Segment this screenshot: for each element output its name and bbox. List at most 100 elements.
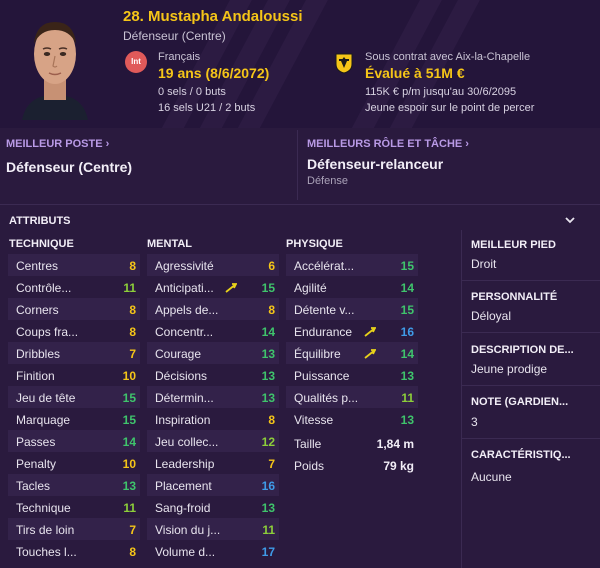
club-crest-icon[interactable]: [334, 52, 354, 74]
attribute-value: 10: [122, 369, 136, 383]
technique-column: Centres 8 Contrôle... 11 Corners 8 Coups fra..…: [8, 254, 140, 562]
attribute-name: Contrôle...: [16, 281, 72, 295]
attribute-value: 7: [129, 523, 136, 537]
description-value: Jeune prodige: [471, 362, 548, 376]
attribute-row[interactable]: Tirs de loin 7: [8, 518, 140, 540]
attribute-value: 16: [400, 325, 414, 339]
attribute-row[interactable]: Leadership 7: [147, 452, 279, 474]
player-potential: Jeune espoir sur le point de percer: [365, 102, 535, 114]
mental-column: Agressivité 6 Anticipati... 15 Appels de... 8…: [147, 254, 279, 562]
attribute-name: Jeu collec...: [155, 435, 219, 449]
player-avatar: [14, 8, 96, 120]
rising-arrow-icon: [364, 349, 376, 359]
attribute-row[interactable]: Puissance 13: [286, 364, 418, 386]
best-role-label[interactable]: MEILLEURS RÔLE ET TÂCHE ›: [307, 138, 469, 150]
attribute-row[interactable]: Corners 8: [8, 298, 140, 320]
attribute-value: 15: [122, 413, 136, 427]
attribute-name: Concentr...: [155, 325, 214, 339]
attribute-row[interactable]: Agilité 14: [286, 276, 418, 298]
attribute-row[interactable]: Tacles 13: [8, 474, 140, 496]
attribute-value: 14: [400, 281, 414, 295]
attribute-row[interactable]: Inspiration 8: [147, 408, 279, 430]
best-position-panel[interactable]: MEILLEUR POSTE › Défenseur (Centre): [0, 130, 295, 200]
attribute-value: 11: [123, 281, 136, 295]
attribute-row[interactable]: Jeu de tête 15: [8, 386, 140, 408]
attribute-name: Dribbles: [16, 347, 61, 361]
attribute-row[interactable]: Concentr... 14: [147, 320, 279, 342]
attribute-name: Leadership: [155, 457, 215, 471]
technique-title: TECHNIQUE: [9, 238, 74, 250]
attribute-row[interactable]: Endurance 16: [286, 320, 418, 342]
attribute-row[interactable]: Touches l... 8: [8, 540, 140, 562]
attribute-value: 11: [123, 501, 136, 515]
player-contract[interactable]: Sous contrat avec Aix-la-Chapelle: [365, 51, 530, 63]
attribute-value: 8: [129, 303, 136, 317]
best-role-panel[interactable]: MEILLEURS RÔLE ET TÂCHE › Défenseur-rela…: [297, 130, 600, 200]
attribute-value: 16: [261, 479, 275, 493]
nationality-badge-icon[interactable]: Int: [125, 51, 147, 73]
player-nationality[interactable]: Français: [158, 51, 200, 63]
attribute-row[interactable]: Penalty 10: [8, 452, 140, 474]
attribute-name: Jeu de tête: [16, 391, 76, 405]
attribute-row[interactable]: Passes 14: [8, 430, 140, 452]
attribute-name: Tirs de loin: [16, 523, 75, 537]
attribute-value: 14: [261, 325, 275, 339]
attribute-value: 8: [268, 303, 275, 317]
attribute-row[interactable]: Marquage 15: [8, 408, 140, 430]
attribute-row[interactable]: Détermin... 13: [147, 386, 279, 408]
rising-arrow-icon: [225, 283, 237, 293]
attribute-row[interactable]: Détente v... 15: [286, 298, 418, 320]
attribute-row[interactable]: Centres 8: [8, 254, 140, 276]
attribute-name: Corners: [16, 303, 59, 317]
attribute-row[interactable]: Sang-froid 13: [147, 496, 279, 518]
attribute-value: 14: [400, 347, 414, 361]
attribute-row[interactable]: Vision du j... 11: [147, 518, 279, 540]
attribute-value: 13: [400, 413, 414, 427]
best-foot-value: Droit: [471, 257, 497, 271]
attribute-row[interactable]: Appels de... 8: [147, 298, 279, 320]
attribute-row[interactable]: Finition 10: [8, 364, 140, 386]
attribute-name: Sang-froid: [155, 501, 211, 515]
attribute-value: 15: [400, 303, 414, 317]
attribute-name: Vision du j...: [155, 523, 221, 537]
attribute-row[interactable]: Contrôle... 11: [8, 276, 140, 298]
attribute-row[interactable]: Agressivité 6: [147, 254, 279, 276]
attribute-name: Agilité: [294, 281, 327, 295]
attribute-value: 8: [129, 325, 136, 339]
attribute-value: 15: [261, 281, 275, 295]
attribute-name: Accélérat...: [294, 259, 355, 273]
attribute-name: Volume d...: [155, 545, 216, 559]
attribute-row[interactable]: Technique 11: [8, 496, 140, 518]
personality-value[interactable]: Déloyal: [471, 309, 511, 323]
player-caps: 0 sels / 0 buts: [158, 86, 226, 98]
physique-column: Accélérat... 15 Agilité 14 Détente v... 15 End…: [286, 254, 418, 430]
attribute-value: 17: [261, 545, 275, 559]
attribute-row[interactable]: Coups fra... 8: [8, 320, 140, 342]
attribute-row[interactable]: Qualités p... 11: [286, 386, 418, 408]
best-position-label[interactable]: MEILLEUR POSTE ›: [6, 138, 109, 150]
attribute-row[interactable]: Volume d... 17: [147, 540, 279, 562]
rating-label: NOTE (GARDIEN...: [471, 396, 569, 408]
attribute-row[interactable]: Décisions 13: [147, 364, 279, 386]
player-wage: 115K € p/m jusqu'au 30/6/2095: [365, 86, 517, 98]
attribute-row[interactable]: Courage 13: [147, 342, 279, 364]
attribute-value: 15: [400, 259, 414, 273]
attribute-row[interactable]: Vitesse 13: [286, 408, 418, 430]
chevron-down-icon[interactable]: [563, 213, 577, 227]
attribute-name: Vitesse: [294, 413, 334, 427]
player-position-line: Défenseur (Centre): [123, 29, 226, 43]
attribute-value: 13: [400, 369, 414, 383]
weight-row: Poids 79 kg: [286, 454, 418, 476]
attribute-value: 8: [268, 413, 275, 427]
attribute-name: Décisions: [155, 369, 208, 383]
attribute-row[interactable]: Dribbles 7: [8, 342, 140, 364]
attribute-row[interactable]: Jeu collec... 12: [147, 430, 279, 452]
chevron-right-icon: ›: [102, 138, 110, 150]
attribute-row[interactable]: Équilibre 14: [286, 342, 418, 364]
attribute-name: Penalty: [16, 457, 57, 471]
attribute-row[interactable]: Placement 16: [147, 474, 279, 496]
attribute-row[interactable]: Accélérat... 15: [286, 254, 418, 276]
attribute-value: 13: [261, 391, 275, 405]
attribute-row[interactable]: Anticipati... 15: [147, 276, 279, 298]
attribute-name: Touches l...: [16, 545, 77, 559]
